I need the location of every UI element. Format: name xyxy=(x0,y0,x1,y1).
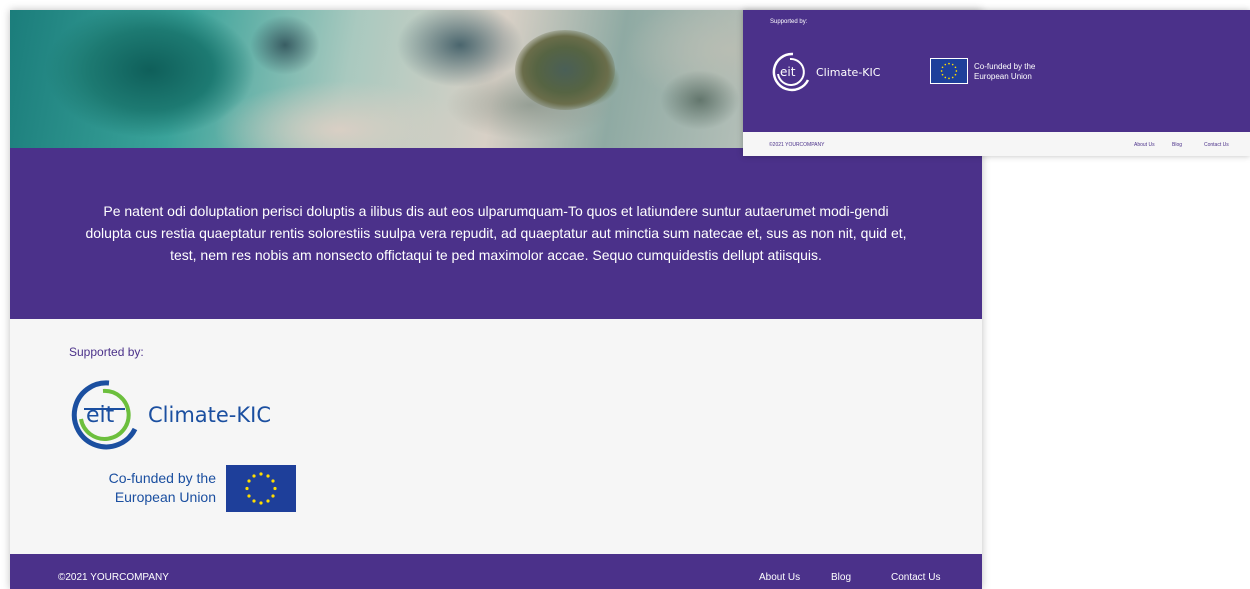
eu-cofunded-text: Co-funded by the European Union xyxy=(108,470,216,505)
preview-supported-by-label: Supported by: xyxy=(770,19,808,25)
footer-preview-thumbnail: Supported by: eit Climate-KIC Co-funded … xyxy=(743,10,1250,156)
supporters-section: Supported by: eit Climate-KIC Co-funded … xyxy=(10,319,982,554)
preview-footer-link-blog[interactable]: Blog xyxy=(1172,142,1182,148)
main-footer: ©2021 YOURCOMPANY About Us Blog Contact … xyxy=(10,554,982,589)
preview-eu-cofunded-text: Co-funded by the European Union xyxy=(974,62,1036,81)
svg-text:eit: eit xyxy=(780,65,796,79)
intro-section: Pe natent odi doluptation perisci dolupt… xyxy=(10,148,982,319)
intro-paragraph: Pe natent odi doluptation perisci dolupt… xyxy=(85,203,907,263)
footer-link-about-us[interactable]: About Us xyxy=(759,572,800,583)
svg-text:eit: eit xyxy=(86,403,115,428)
eu-cofunded-logo[interactable]: Co-funded by the European Union xyxy=(90,465,310,513)
supported-by-label: Supported by: xyxy=(69,345,144,359)
preview-footer-link-about-us[interactable]: About Us xyxy=(1134,142,1155,148)
eu-flag-icon xyxy=(226,465,296,512)
preview-eu-flag-icon xyxy=(930,58,968,84)
footer-link-contact-us[interactable]: Contact Us xyxy=(891,572,940,583)
preview-footer-link-contact-us[interactable]: Contact Us xyxy=(1204,142,1229,148)
footer-copyright: ©2021 YOURCOMPANY xyxy=(58,572,169,583)
footer-link-blog[interactable]: Blog xyxy=(831,572,851,583)
preview-footer-copyright: ©2021 YOURCOMPANY xyxy=(769,142,825,148)
eit-climate-kic-logo[interactable]: eit Climate-KIC xyxy=(69,379,299,451)
svg-text:Climate-KIC: Climate-KIC xyxy=(148,403,271,427)
preview-footer: ©2021 YOURCOMPANY About Us Blog Contact … xyxy=(743,132,1250,156)
preview-eu-cofunded-logo[interactable]: Co-funded by the European Union xyxy=(930,58,1050,86)
svg-text:Climate-KIC: Climate-KIC xyxy=(816,66,881,79)
preview-eit-climate-kic-logo[interactable]: eit Climate-KIC xyxy=(771,52,899,92)
